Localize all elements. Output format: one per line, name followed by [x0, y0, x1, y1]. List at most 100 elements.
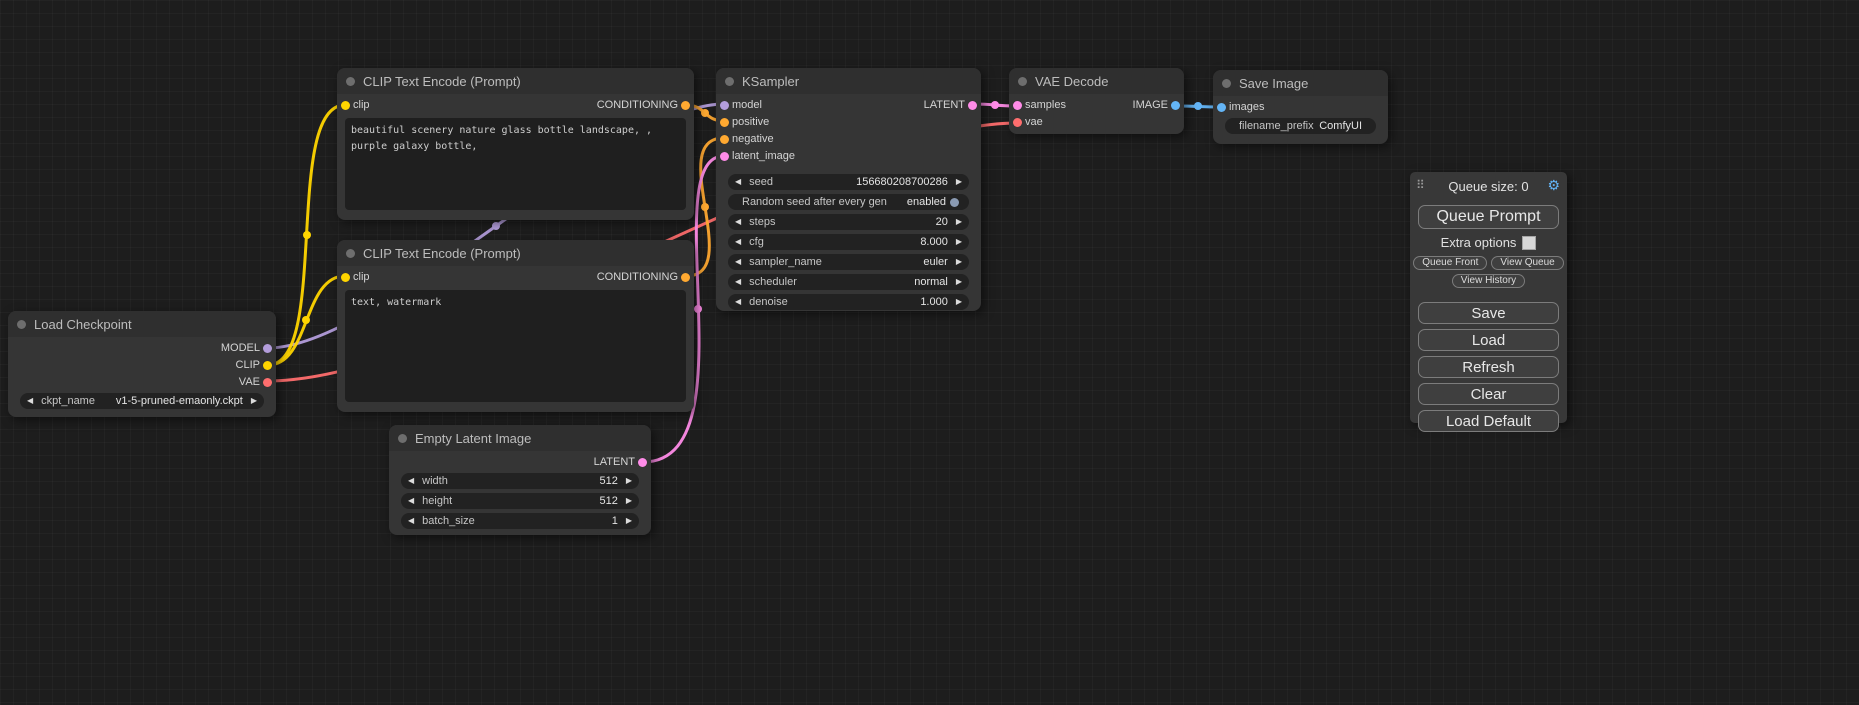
slot-label-latent: LATENT	[594, 456, 635, 468]
clip-input-port[interactable]	[341, 273, 350, 282]
scheduler-widget[interactable]: ◀ scheduler normal ▶	[728, 274, 969, 290]
conditioning-output-port[interactable]	[681, 273, 690, 282]
steps-widget[interactable]: ◀ steps 20 ▶	[728, 214, 969, 230]
graph-canvas[interactable]: Load Checkpoint MODEL CLIP VAE ◀ ckpt_na…	[0, 0, 1859, 705]
positive-input-port[interactable]	[720, 118, 729, 127]
vae-input-port[interactable]	[1013, 118, 1022, 127]
collapse-dot-icon[interactable]	[725, 77, 734, 86]
widget-name: cfg	[749, 236, 764, 248]
node-clip-text-encode-negative[interactable]: CLIP Text Encode (Prompt) clip CONDITION…	[337, 240, 694, 412]
widget-value: normal	[914, 276, 948, 288]
save-button[interactable]: Save	[1418, 302, 1559, 324]
vae-output-port[interactable]	[263, 378, 272, 387]
height-widget[interactable]: ◀ height 512 ▶	[401, 493, 639, 509]
queue-front-button[interactable]: Queue Front	[1413, 256, 1487, 270]
collapse-dot-icon[interactable]	[1018, 77, 1027, 86]
arrow-right-icon[interactable]: ▶	[956, 174, 962, 190]
arrow-right-icon[interactable]: ▶	[626, 493, 632, 509]
sampler-name-widget[interactable]: ◀ sampler_name euler ▶	[728, 254, 969, 270]
view-history-button[interactable]: View History	[1452, 274, 1525, 288]
slot-row-latent-image: latent_image	[716, 148, 981, 165]
arrow-left-icon[interactable]: ◀	[735, 234, 741, 250]
node-title-bar[interactable]: Load Checkpoint	[8, 311, 276, 337]
images-input-port[interactable]	[1217, 103, 1226, 112]
latent-output-port[interactable]	[638, 458, 647, 467]
cfg-widget[interactable]: ◀ cfg 8.000 ▶	[728, 234, 969, 250]
node-save-image[interactable]: Save Image images filename_prefix ComfyU…	[1213, 70, 1388, 144]
collapse-dot-icon[interactable]	[1222, 79, 1231, 88]
arrow-left-icon[interactable]: ◀	[735, 294, 741, 310]
prompt-textarea[interactable]: text, watermark	[345, 290, 686, 402]
clip-input-port[interactable]	[341, 101, 350, 110]
collapse-dot-icon[interactable]	[398, 434, 407, 443]
latent-image-input-port[interactable]	[720, 152, 729, 161]
arrow-right-icon[interactable]: ▶	[251, 393, 257, 409]
arrow-left-icon[interactable]: ◀	[408, 473, 414, 489]
image-output-port[interactable]	[1171, 101, 1180, 110]
widget-value: 512	[599, 495, 617, 507]
refresh-button[interactable]: Refresh	[1418, 356, 1559, 378]
output-row-clip: CLIP	[8, 357, 276, 374]
negative-input-port[interactable]	[720, 135, 729, 144]
arrow-left-icon[interactable]: ◀	[735, 274, 741, 290]
collapse-dot-icon[interactable]	[346, 249, 355, 258]
node-title-bar[interactable]: CLIP Text Encode (Prompt)	[337, 68, 694, 94]
slot-label-images-input: images	[1229, 101, 1264, 113]
node-ksampler[interactable]: KSampler model LATENT positive negative …	[716, 68, 981, 311]
batch-size-widget[interactable]: ◀ batch_size 1 ▶	[401, 513, 639, 529]
slot-row: clip CONDITIONING	[337, 97, 694, 114]
node-title-bar[interactable]: Save Image	[1213, 70, 1388, 96]
samples-input-port[interactable]	[1013, 101, 1022, 110]
widget-name: denoise	[749, 296, 788, 308]
node-vae-decode[interactable]: VAE Decode samples IMAGE vae	[1009, 68, 1184, 134]
load-button[interactable]: Load	[1418, 329, 1559, 351]
arrow-left-icon[interactable]: ◀	[408, 513, 414, 529]
load-default-button[interactable]: Load Default	[1418, 410, 1559, 432]
arrow-right-icon[interactable]: ▶	[626, 513, 632, 529]
ckpt-name-widget[interactable]: ◀ ckpt_name v1-5-pruned-emaonly.ckpt ▶	[20, 393, 264, 409]
node-empty-latent-image[interactable]: Empty Latent Image LATENT ◀ width 512 ▶ …	[389, 425, 651, 535]
clear-button[interactable]: Clear	[1418, 383, 1559, 405]
model-output-port[interactable]	[263, 344, 272, 353]
model-input-port[interactable]	[720, 101, 729, 110]
queue-prompt-button[interactable]: Queue Prompt	[1418, 205, 1559, 229]
seed-widget[interactable]: ◀ seed 156680208700286 ▶	[728, 174, 969, 190]
node-clip-text-encode-positive[interactable]: CLIP Text Encode (Prompt) clip CONDITION…	[337, 68, 694, 220]
arrow-right-icon[interactable]: ▶	[956, 234, 962, 250]
arrow-right-icon[interactable]: ▶	[956, 254, 962, 270]
node-title-bar[interactable]: Empty Latent Image	[389, 425, 651, 451]
arrow-right-icon[interactable]: ▶	[956, 214, 962, 230]
arrow-right-icon[interactable]: ▶	[956, 294, 962, 310]
random-seed-toggle-widget[interactable]: Random seed after every gen enabled	[728, 194, 969, 210]
view-queue-button[interactable]: View Queue	[1491, 256, 1563, 270]
node-title-bar[interactable]: VAE Decode	[1009, 68, 1184, 94]
prompt-textarea[interactable]: beautiful scenery nature glass bottle la…	[345, 118, 686, 210]
drag-handle-icon[interactable]: ⠿	[1416, 178, 1425, 192]
arrow-left-icon[interactable]: ◀	[408, 493, 414, 509]
arrow-right-icon[interactable]: ▶	[956, 274, 962, 290]
node-title-bar[interactable]: KSampler	[716, 68, 981, 94]
arrow-right-icon[interactable]: ▶	[626, 473, 632, 489]
slot-label-vae: VAE	[239, 376, 260, 388]
extra-options-checkbox[interactable]	[1522, 236, 1536, 250]
node-title-bar[interactable]: CLIP Text Encode (Prompt)	[337, 240, 694, 266]
output-row-vae: VAE	[8, 374, 276, 391]
arrow-left-icon[interactable]: ◀	[27, 393, 33, 409]
clip-output-port[interactable]	[263, 361, 272, 370]
slot-row-model: model LATENT	[716, 97, 981, 114]
arrow-left-icon[interactable]: ◀	[735, 254, 741, 270]
arrow-left-icon[interactable]: ◀	[735, 214, 741, 230]
arrow-left-icon[interactable]: ◀	[735, 174, 741, 190]
widget-value: 1	[612, 515, 618, 527]
width-widget[interactable]: ◀ width 512 ▶	[401, 473, 639, 489]
collapse-dot-icon[interactable]	[346, 77, 355, 86]
toggle-dot-icon[interactable]	[950, 198, 959, 207]
slot-label-model-input: model	[732, 99, 762, 111]
settings-gear-icon[interactable]: ⚙	[1547, 177, 1560, 194]
denoise-widget[interactable]: ◀ denoise 1.000 ▶	[728, 294, 969, 310]
conditioning-output-port[interactable]	[681, 101, 690, 110]
filename-prefix-widget[interactable]: filename_prefix ComfyUI	[1225, 118, 1376, 134]
node-load-checkpoint[interactable]: Load Checkpoint MODEL CLIP VAE ◀ ckpt_na…	[8, 311, 276, 417]
latent-output-port[interactable]	[968, 101, 977, 110]
collapse-dot-icon[interactable]	[17, 320, 26, 329]
